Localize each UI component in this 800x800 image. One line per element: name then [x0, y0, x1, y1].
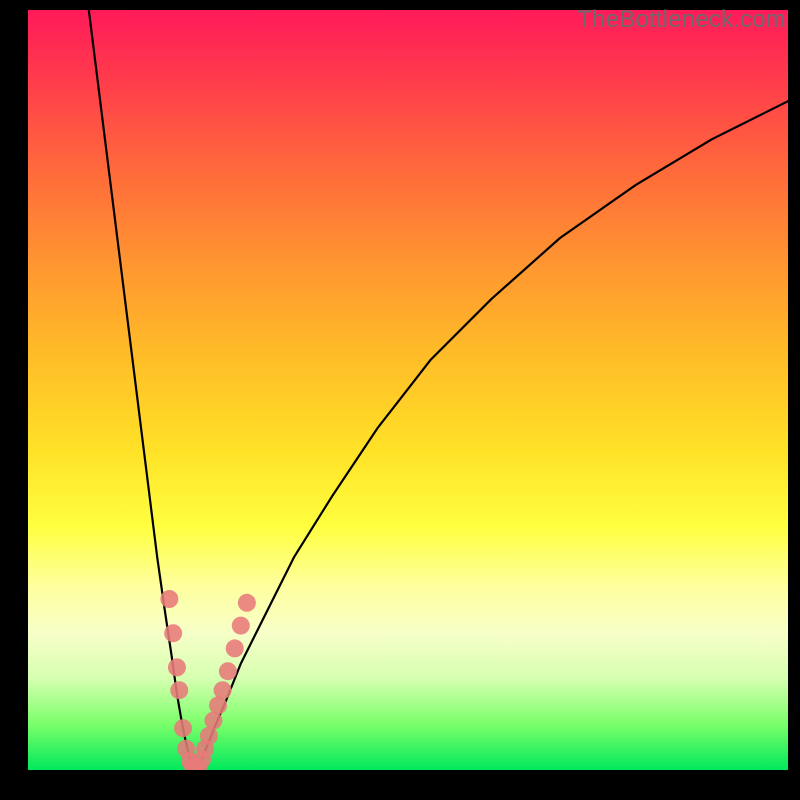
highlight-dot: [238, 594, 256, 612]
curve-left-branch: [89, 10, 195, 770]
plot-area: [28, 10, 788, 770]
highlight-dot: [204, 712, 222, 730]
highlight-dot: [232, 617, 250, 635]
highlight-dot: [209, 696, 227, 714]
highlight-dot: [174, 719, 192, 737]
watermark-text: TheBottleneck.com: [577, 6, 786, 34]
highlight-dot: [219, 662, 237, 680]
highlight-dot: [200, 727, 218, 745]
highlight-dot: [226, 639, 244, 657]
highlight-dot: [164, 624, 182, 642]
highlight-dot: [214, 681, 232, 699]
chart-svg: [28, 10, 788, 770]
highlight-dot: [160, 590, 178, 608]
chart-frame: TheBottleneck.com: [0, 0, 800, 800]
curve-right-branch: [195, 101, 788, 770]
highlight-dot: [170, 681, 188, 699]
highlight-dot: [168, 658, 186, 676]
